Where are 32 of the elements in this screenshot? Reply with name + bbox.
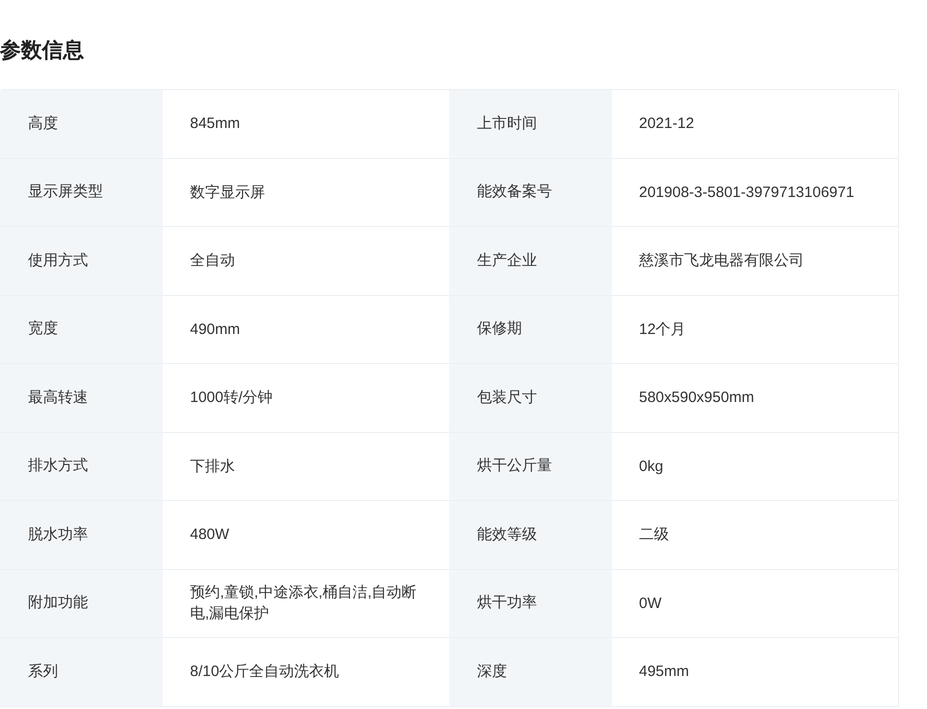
spec-value-cell: 慈溪市飞龙电器有限公司 [612, 227, 899, 296]
spec-value-cell: 2021-12 [612, 90, 899, 158]
spec-value-cell: 二级 [612, 501, 899, 570]
spec-label-cell: 能效等级 [449, 501, 612, 570]
spec-label-cell: 使用方式 [0, 227, 163, 296]
spec-value-cell: 0W [612, 570, 899, 638]
spec-label-cell: 烘干功率 [449, 570, 612, 638]
spec-label-cell: 生产企业 [449, 227, 612, 296]
spec-value-cell: 下排水 [163, 432, 449, 501]
spec-label-cell: 保修期 [449, 296, 612, 364]
spec-value-cell: 0kg [612, 432, 899, 501]
spec-label-cell: 系列 [0, 638, 163, 706]
spec-label-cell: 排水方式 [0, 432, 163, 501]
spec-value-cell: 495mm [612, 638, 899, 706]
spec-label-cell: 能效备案号 [449, 158, 612, 227]
spec-label-cell: 脱水功率 [0, 501, 163, 570]
spec-value-cell: 预约,童锁,中途添衣,桶自洁,自动断电,漏电保护 [163, 570, 449, 638]
spec-label-cell: 烘干公斤量 [449, 432, 612, 501]
spec-label-cell: 显示屏类型 [0, 158, 163, 227]
spec-value-cell: 12个月 [612, 296, 899, 364]
spec-value-cell: 580x590x950mm [612, 364, 899, 432]
spec-label-cell: 深度 [449, 638, 612, 706]
spec-value-cell: 数字显示屏 [163, 158, 449, 227]
spec-label-cell: 最高转速 [0, 364, 163, 432]
spec-label-cell: 宽度 [0, 296, 163, 364]
spec-label-cell: 附加功能 [0, 570, 163, 638]
spec-label-cell: 上市时间 [449, 90, 612, 158]
spec-label-cell: 包装尺寸 [449, 364, 612, 432]
spec-label-cell: 高度 [0, 90, 163, 158]
spec-value-cell: 201908-3-5801-3979713106971 [612, 158, 899, 227]
spec-value-cell: 490mm [163, 296, 449, 364]
section-title: 参数信息 [0, 38, 85, 64]
